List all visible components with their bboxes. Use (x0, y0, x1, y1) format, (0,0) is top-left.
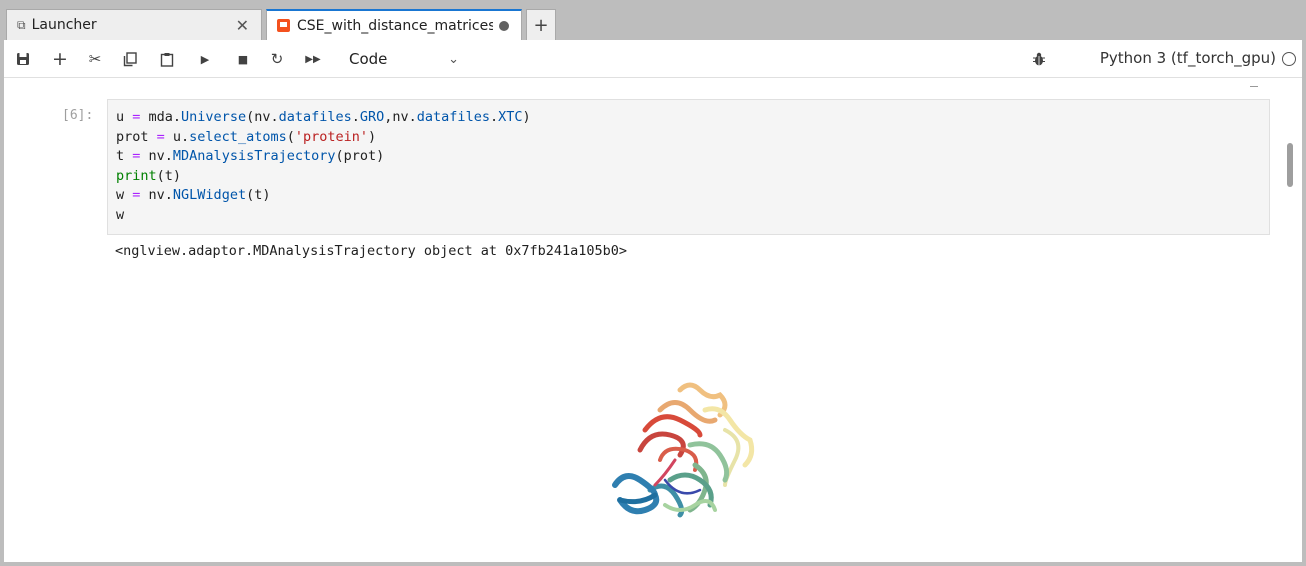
code-line[interactable]: prot = u.select_atoms('protein') (116, 128, 1261, 148)
code-token: prot (116, 128, 157, 145)
code-token: w (116, 187, 133, 203)
code-token: nv. (140, 148, 173, 164)
scrollbar-thumb[interactable] (1287, 143, 1293, 187)
add-cell-icon[interactable]: + (49, 48, 71, 70)
code-token: mda. (140, 109, 182, 125)
plus-icon: + (533, 14, 549, 36)
bug-icon[interactable] (1033, 52, 1045, 66)
protein-structure-icon (612, 382, 755, 518)
code-token: w (116, 206, 125, 223)
code-token: (t) (156, 167, 182, 184)
restart-icon[interactable]: ↻ (266, 48, 288, 70)
cell-type-dropdown[interactable]: Code ⌄ (349, 48, 459, 70)
nglview-widget[interactable] (600, 370, 800, 540)
code-token: (nv. (246, 109, 279, 125)
code-line[interactable]: t = nv.MDAnalysisTrajectory(prot) (116, 147, 1261, 167)
code-token: select_atoms (189, 128, 287, 145)
code-token: datafiles (278, 109, 352, 125)
code-token: Universe (181, 109, 247, 125)
code-token: XTC (498, 109, 523, 125)
tab-notebook-label: CSE_with_distance_matrices (297, 17, 493, 34)
stop-icon[interactable]: ■ (232, 48, 254, 70)
close-icon[interactable]: ✕ (236, 16, 249, 35)
window-frame-bottom (0, 562, 1306, 566)
save-icon[interactable] (12, 48, 34, 70)
code-token: = (156, 128, 165, 145)
cut-icon[interactable]: ✂ (84, 48, 106, 70)
fast-forward-icon[interactable]: ▶▶ (302, 48, 324, 70)
code-token: (t) (246, 187, 271, 203)
code-token: . (489, 109, 499, 125)
code-line[interactable]: print(t) (116, 167, 1261, 187)
new-tab-button[interactable]: + (526, 9, 556, 40)
code-token: print (116, 167, 157, 184)
tab-bar: ⧉ Launcher ✕ CSE_with_distance_matrices … (4, 0, 1302, 40)
window-frame-right (1302, 0, 1306, 566)
code-token: nv. (140, 187, 173, 203)
scroll-marker (1250, 86, 1258, 87)
code-token: 'protein' (294, 128, 369, 145)
run-icon[interactable]: ▶ (194, 48, 216, 70)
code-token: NGLWidget (172, 187, 247, 203)
cell-output: <nglview.adaptor.MDAnalysisTrajectory ob… (115, 243, 628, 259)
code-token: u. (164, 128, 190, 145)
code-token: ,nv. (384, 109, 417, 125)
tab-notebook[interactable]: CSE_with_distance_matrices (266, 9, 522, 40)
cell-type-value: Code (349, 50, 388, 68)
code-token: ) (522, 109, 531, 125)
code-line[interactable]: w (116, 206, 1261, 226)
paste-icon[interactable] (156, 48, 178, 70)
tab-launcher-label: Launcher (31, 17, 97, 33)
code-token: ) (368, 128, 377, 145)
notebook-toolbar: + ✂ ▶ ■ ↻ ▶▶ Code ⌄ Python 3 (tf_torch_g… (4, 40, 1302, 78)
kernel-status-icon (1282, 52, 1296, 66)
code-token: datafiles (416, 109, 490, 125)
code-token: MDAnalysisTrajectory (172, 148, 336, 164)
code-line[interactable]: w = nv.NGLWidget(t) (116, 186, 1261, 206)
chevron-down-icon: ⌄ (448, 51, 459, 67)
cell-prompt: [6]: (62, 108, 94, 123)
kernel-name[interactable]: Python 3 (tf_torch_gpu) (1100, 49, 1276, 67)
unsaved-dot-icon[interactable] (499, 20, 509, 31)
copy-icon[interactable] (119, 48, 141, 70)
code-token: . (351, 109, 360, 125)
code-token: GRO (359, 109, 385, 125)
code-token: u (116, 109, 133, 125)
code-line[interactable]: u = mda.Universe(nv.datafiles.GRO,nv.dat… (116, 108, 1261, 128)
code-token: (prot) (335, 148, 385, 164)
tab-launcher[interactable]: ⧉ Launcher ✕ (6, 9, 262, 40)
code-token: t (116, 148, 133, 164)
external-link-icon: ⧉ (17, 17, 26, 32)
notebook-icon (277, 19, 290, 32)
code-token: ( (286, 128, 295, 145)
code-cell-editor[interactable]: u = mda.Universe(nv.datafiles.GRO,nv.dat… (107, 99, 1270, 235)
